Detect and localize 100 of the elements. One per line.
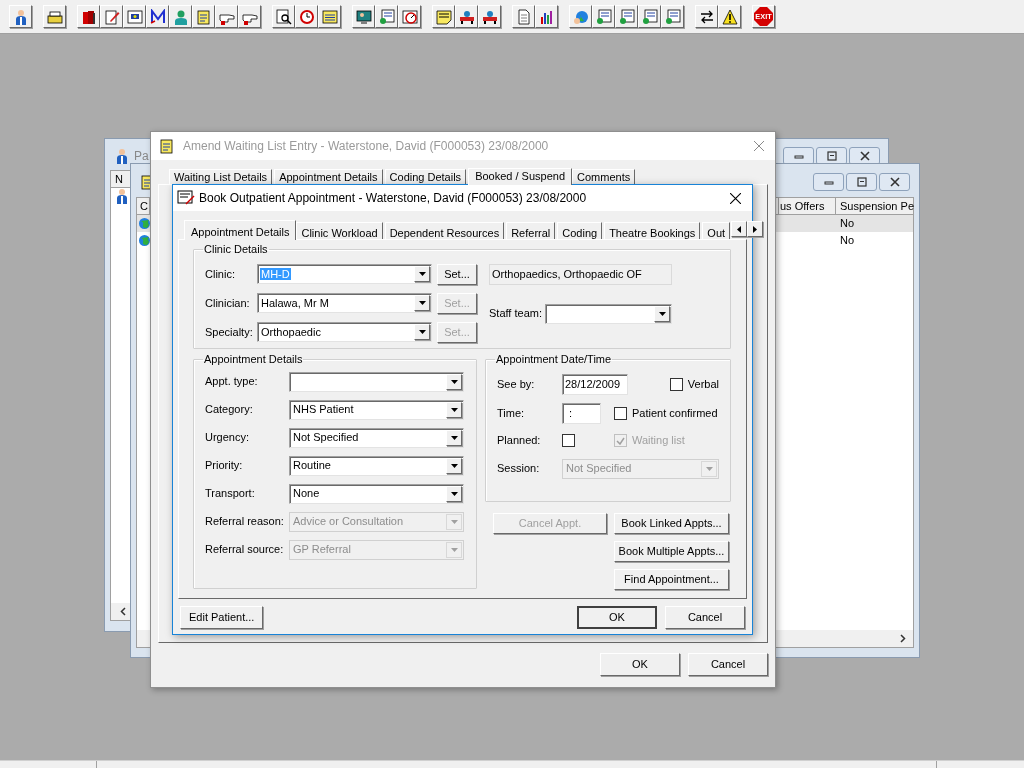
person-icon xyxy=(114,147,130,164)
form-icon xyxy=(378,8,395,25)
caret-icon xyxy=(450,435,458,440)
toolbar-button[interactable] xyxy=(77,5,100,28)
dropdown[interactable]: None xyxy=(289,483,464,504)
toolbar-button[interactable] xyxy=(695,5,718,28)
toolbar-button[interactable] xyxy=(146,5,169,28)
checkbox-label: Waiting list xyxy=(632,433,685,449)
field-label: Specialty: xyxy=(205,324,254,340)
form-icon xyxy=(595,8,612,25)
checkmark-icon xyxy=(616,436,625,445)
tab[interactable]: Coding Details xyxy=(384,169,467,184)
form-icon xyxy=(664,8,681,25)
caret-icon xyxy=(450,519,458,524)
globe-icon xyxy=(139,218,150,229)
minimize-button[interactable] xyxy=(813,172,844,191)
dropdown[interactable]: NHS Patient xyxy=(289,399,464,420)
toolbar-button[interactable] xyxy=(352,5,375,28)
group-label: Appointment Details xyxy=(203,352,304,367)
dropdown[interactable]: Orthopaedic xyxy=(257,322,432,342)
dropdown[interactable]: Routine xyxy=(289,455,464,476)
column-header[interactable]: us Offers xyxy=(778,198,836,214)
tab[interactable]: Clinic Workload xyxy=(296,222,383,239)
maximize-icon xyxy=(824,149,839,162)
dialog-button[interactable]: OK xyxy=(600,653,680,676)
button[interactable]: Find Appointment... xyxy=(614,569,729,590)
checkbox[interactable] xyxy=(669,377,683,391)
tab[interactable]: Waiting List Details xyxy=(169,169,273,184)
dialog-button[interactable]: Edit Patient... xyxy=(180,606,264,629)
dropdown[interactable]: Not Specified xyxy=(289,427,464,448)
dropdown[interactable]: Halawa, Mr M xyxy=(257,293,432,313)
button: Set... xyxy=(437,321,477,343)
toolbar-button[interactable] xyxy=(455,5,478,28)
tab[interactable]: Out xyxy=(702,222,731,239)
caret-icon xyxy=(450,407,458,412)
window-title: Amend Waiting List Entry - Waterstone, David (F000053) 23/08/2000 xyxy=(183,138,549,155)
close-icon xyxy=(754,141,764,151)
caret-icon xyxy=(418,301,426,305)
toolbar-button[interactable] xyxy=(535,5,558,28)
globe-icon xyxy=(139,235,150,246)
dialog-button[interactable]: Cancel xyxy=(688,653,768,676)
close-button[interactable] xyxy=(727,190,743,206)
checkbox[interactable] xyxy=(562,434,575,447)
tab[interactable]: Booked / Suspend xyxy=(468,168,573,185)
gauge-icon xyxy=(401,8,418,25)
minimize-button[interactable] xyxy=(783,146,814,165)
button[interactable]: Set... xyxy=(437,263,477,285)
field-label: Time: xyxy=(497,405,526,421)
dialog-button[interactable]: OK xyxy=(577,606,657,629)
tab[interactable]: Dependent Resources xyxy=(384,222,505,239)
toolbar-button[interactable] xyxy=(478,5,501,28)
warning-icon xyxy=(721,8,738,25)
toolbar-button[interactable] xyxy=(9,5,32,28)
caret-icon xyxy=(418,272,426,276)
field-label: Referral reason: xyxy=(205,514,285,530)
scroll-right-icon xyxy=(900,634,906,643)
tab[interactable]: Coding xyxy=(557,222,603,239)
tab-scroll-button[interactable] xyxy=(731,221,748,237)
date-field[interactable]: 28/12/2009 xyxy=(562,373,628,395)
checkbox[interactable] xyxy=(614,406,627,420)
tab[interactable]: Comments xyxy=(572,169,636,184)
magnifier-document-icon xyxy=(275,8,292,25)
books-icon xyxy=(80,8,97,25)
close-button[interactable] xyxy=(849,146,880,165)
toolbar-button[interactable] xyxy=(43,5,66,28)
toolbar-button[interactable] xyxy=(318,5,341,28)
toolbar-button[interactable] xyxy=(272,5,295,28)
zigzag-icon xyxy=(149,8,166,25)
bed-icon xyxy=(458,8,475,25)
cash-register-icon xyxy=(46,8,63,25)
caret-icon xyxy=(450,491,458,496)
group-label: Clinic Details xyxy=(203,242,269,257)
tab[interactable]: Appointment Details xyxy=(184,220,297,240)
dropdown[interactable] xyxy=(289,371,464,392)
tab[interactable]: Theatre Bookings xyxy=(604,222,701,239)
toolbar-button[interactable] xyxy=(718,5,741,28)
pencil-document-icon xyxy=(103,8,120,25)
time-field[interactable]: : xyxy=(562,402,601,424)
caret-icon xyxy=(450,547,458,552)
button[interactable]: Book Multiple Appts... xyxy=(614,541,729,562)
tab[interactable]: Appointment Details xyxy=(274,169,383,184)
pencil-document-icon xyxy=(177,190,195,206)
tab-scroll-button[interactable] xyxy=(747,221,764,237)
maximize-icon xyxy=(854,175,869,188)
close-icon xyxy=(887,175,902,188)
table-cell-text: No xyxy=(840,233,856,249)
list-window-icon xyxy=(321,8,338,25)
caret-icon xyxy=(658,311,666,316)
field-label: Transport: xyxy=(205,486,256,502)
dialog-button[interactable]: Cancel xyxy=(665,606,745,629)
globe-icon xyxy=(572,8,589,25)
button[interactable]: Book Linked Appts... xyxy=(614,513,729,534)
dropdown[interactable] xyxy=(545,303,672,324)
toolbar-button[interactable] xyxy=(123,5,146,28)
field-label: Priority: xyxy=(205,458,244,474)
column-header[interactable]: Suspension Pe xyxy=(836,198,913,214)
document-icon xyxy=(126,8,143,25)
caret-icon xyxy=(450,463,458,468)
close-button[interactable] xyxy=(879,172,910,191)
tab[interactable]: Referral xyxy=(506,222,556,239)
